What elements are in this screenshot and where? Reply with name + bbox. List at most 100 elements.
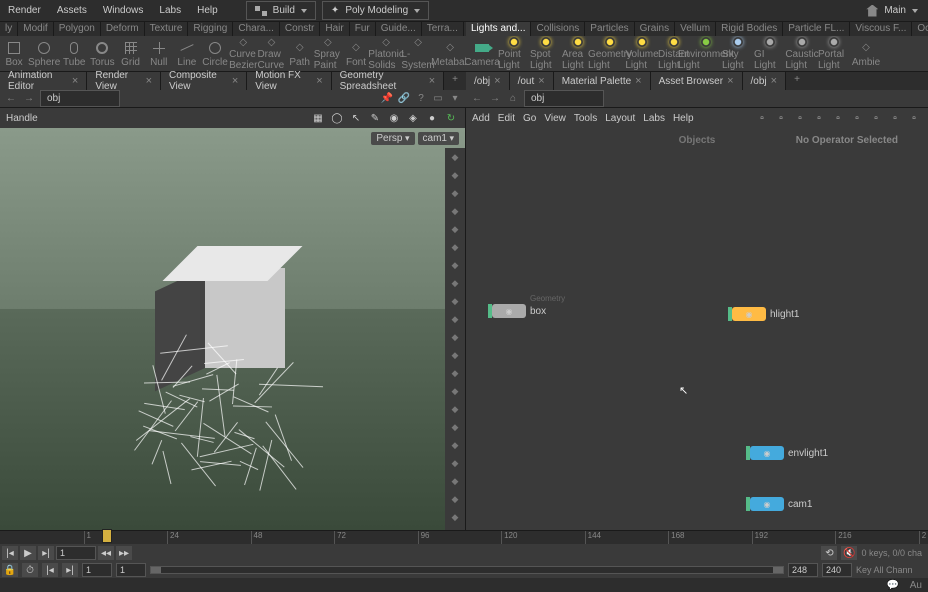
shelf-tool-torus[interactable]: Torus: [88, 36, 116, 71]
ruler-icon[interactable]: ◆: [445, 382, 465, 400]
shelf-tab[interactable]: Fur: [350, 22, 376, 36]
key-all-label[interactable]: Key All Chann: [856, 565, 926, 575]
network-menu-labs[interactable]: Labs: [643, 113, 665, 124]
shelf-tool-metaball[interactable]: ◇Metaball: [434, 36, 466, 71]
network-menu-edit[interactable]: Edit: [498, 113, 515, 124]
add-tab-button[interactable]: +: [444, 72, 466, 90]
bulb-icon[interactable]: ◆: [445, 256, 465, 274]
menu-assets[interactable]: Assets: [49, 1, 95, 20]
grid2-icon[interactable]: ▫: [830, 110, 846, 126]
shelf-tab[interactable]: Particles: [585, 22, 634, 36]
shelf-tool-portal-light[interactable]: Portal Light: [818, 36, 850, 71]
shelf-tab[interactable]: Polygon: [54, 22, 101, 36]
shelf-tool-tube[interactable]: Tube: [60, 36, 88, 71]
shelf-tab[interactable]: Particle FL...: [783, 22, 850, 36]
magnet-icon[interactable]: ◆: [445, 202, 465, 220]
shelf-tab[interactable]: Chara...: [233, 22, 280, 36]
pane-tab[interactable]: Composite View×: [161, 72, 247, 90]
grid-icon[interactable]: ▦: [310, 110, 326, 126]
home-icon[interactable]: ◆: [445, 454, 465, 472]
pane-tab[interactable]: /out×: [510, 72, 554, 90]
house-icon[interactable]: ⌂: [506, 92, 520, 106]
point-icon[interactable]: ◆: [445, 346, 465, 364]
node-envlight1[interactable]: ◉envlight1: [750, 446, 828, 460]
forward-button[interactable]: →: [488, 92, 502, 106]
node-box[interactable]: ◉boxGeometry: [492, 304, 546, 318]
shade-icon[interactable]: ◆: [445, 310, 465, 328]
plane-icon[interactable]: ◆: [445, 490, 465, 508]
brush-icon[interactable]: ✎: [367, 110, 383, 126]
refresh-icon[interactable]: ↻: [443, 110, 459, 126]
timeline[interactable]: 1244872961201441681922162: [0, 530, 928, 544]
pencil-icon[interactable]: ◆: [445, 364, 465, 382]
audio-toggle[interactable]: 🔇: [841, 546, 857, 560]
range-start2-field[interactable]: 1: [116, 563, 146, 577]
network-menu-tools[interactable]: Tools: [574, 113, 597, 124]
close-icon[interactable]: ×: [771, 75, 777, 87]
shelf-tool-spot-light[interactable]: Spot Light: [530, 36, 562, 71]
pin-icon[interactable]: 📌: [380, 92, 394, 106]
forward-button[interactable]: →: [22, 92, 36, 106]
network-menu-layout[interactable]: Layout: [605, 113, 635, 124]
snap-icon[interactable]: ◆: [445, 220, 465, 238]
list-icon[interactable]: ▫: [773, 110, 789, 126]
shelf-tool-box[interactable]: Box: [0, 36, 28, 71]
lock-icon[interactable]: ◆: [445, 184, 465, 202]
maximize-icon[interactable]: ▭: [431, 92, 445, 106]
step-forward-button[interactable]: ▸▸: [116, 546, 132, 560]
range-end-field[interactable]: 248: [788, 563, 818, 577]
shelf-tab[interactable]: Terra...: [422, 22, 464, 36]
network-menu-help[interactable]: Help: [673, 113, 694, 124]
close-icon[interactable]: ×: [494, 75, 500, 87]
pane-tab[interactable]: Motion FX View×: [247, 72, 331, 90]
add-tab-button[interactable]: +: [786, 72, 808, 90]
node-hlight1[interactable]: ◉hlight1: [732, 307, 799, 321]
shelf-tool-volume-light[interactable]: Volume Light: [626, 36, 658, 71]
shelf-tool-platonic-solids[interactable]: ◇Platonic Solids: [370, 36, 402, 71]
chat-icon[interactable]: 💬: [887, 580, 899, 591]
shelf-tool-line[interactable]: Line: [173, 36, 201, 71]
close-icon[interactable]: ×: [635, 75, 641, 87]
display-icon[interactable]: ▫: [906, 110, 922, 126]
current-frame-field[interactable]: 1: [56, 546, 96, 560]
pane-tab[interactable]: Material Palette×: [554, 72, 651, 90]
flag-icon[interactable]: ▫: [887, 110, 903, 126]
path-field-network[interactable]: obj: [524, 90, 604, 107]
shelf-tool-circle[interactable]: Circle: [201, 36, 229, 71]
shelf-tab[interactable]: Constr: [280, 22, 320, 36]
range-clock-button[interactable]: ⏱: [22, 563, 38, 577]
menu-help[interactable]: Help: [189, 1, 226, 20]
shelf-tab[interactable]: Texture: [145, 22, 189, 36]
align-icon[interactable]: ◆: [445, 418, 465, 436]
close-icon[interactable]: ×: [232, 75, 238, 87]
range-lock-button[interactable]: 🔒: [2, 563, 18, 577]
shelf-tool-ambie[interactable]: ◇Ambie: [850, 36, 882, 71]
shelf-tab[interactable]: Collisions: [531, 22, 585, 36]
pane-tab[interactable]: Asset Browser×: [651, 72, 743, 90]
auto-label[interactable]: Au: [910, 580, 922, 591]
shelf-tool-grid[interactable]: Grid: [116, 36, 144, 71]
shelf-tool-environment-light[interactable]: Environment Light: [690, 36, 722, 71]
timeline-playhead[interactable]: [102, 529, 112, 543]
pane-tab[interactable]: Geometry Spreadsheet×: [332, 72, 445, 90]
cube-icon[interactable]: ◆: [445, 148, 465, 166]
shelf-tab[interactable]: Hair: [320, 22, 349, 36]
shelf-tool-sky-light[interactable]: Sky Light: [722, 36, 754, 71]
cam-badge[interactable]: cam1 ▾: [418, 132, 459, 145]
close-icon[interactable]: ×: [727, 75, 733, 87]
next-key-button[interactable]: ▸|: [62, 563, 78, 577]
network-menu-view[interactable]: View: [544, 113, 566, 124]
close-icon[interactable]: ×: [429, 75, 435, 87]
shelf-tool-l-system[interactable]: ◇L-System: [402, 36, 434, 71]
pane-tab[interactable]: /obj×: [466, 72, 510, 90]
shelf-tool-null[interactable]: Null: [145, 36, 173, 71]
move-icon[interactable]: ◆: [445, 400, 465, 418]
path-field-viewport[interactable]: obj: [40, 90, 120, 107]
shelf-tab[interactable]: Viscous F...: [850, 22, 912, 36]
prev-key-button[interactable]: |◂: [42, 563, 58, 577]
tree-icon[interactable]: ▫: [792, 110, 808, 126]
last-frame-button[interactable]: ▸|: [38, 546, 54, 560]
range-end-handle[interactable]: [773, 567, 783, 573]
poly-dropdown[interactable]: ✦ Poly Modeling: [322, 1, 429, 20]
shelf-tool-curve-bezier[interactable]: ◇Curve Bezier: [229, 36, 257, 71]
